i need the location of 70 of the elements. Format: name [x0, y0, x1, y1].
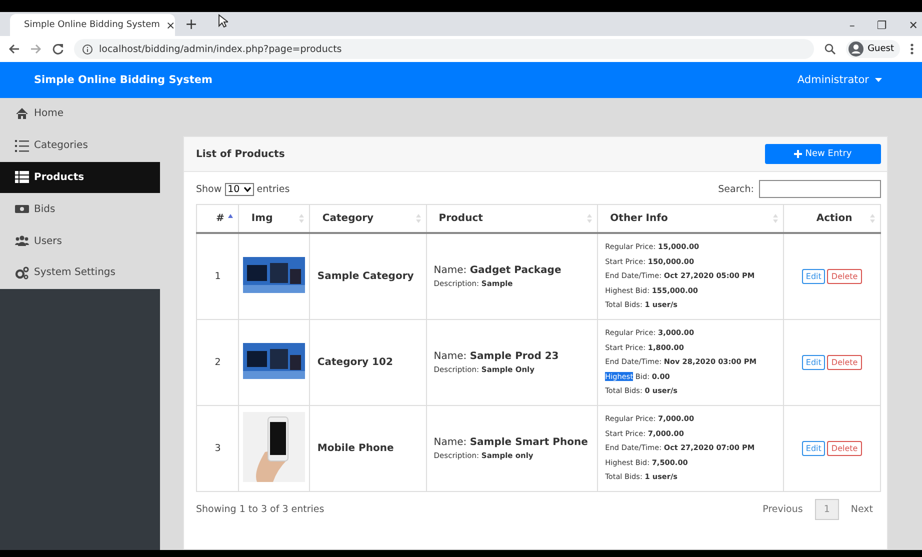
table-cell: 2 [196, 320, 239, 406]
window-control[interactable]: ✕ [908, 19, 918, 32]
sidebar-item[interactable]: Products [0, 162, 160, 194]
user-avatar-icon [848, 41, 864, 57]
forward-icon [30, 43, 42, 55]
gadgets-photo [243, 257, 306, 293]
url-text: localhost/bidding/admin/index.php?page=products [99, 44, 342, 54]
product-name: Name: Gadget Package [434, 265, 562, 276]
previous-link[interactable]: Previous [754, 500, 811, 518]
gears-icon [15, 266, 29, 280]
sort-icon [299, 214, 304, 223]
back-icon [8, 43, 20, 55]
entries-select[interactable]: 10 [224, 182, 254, 196]
product-name: Name: Sample Prod 23 [434, 351, 560, 362]
column-header[interactable]: Product [426, 204, 598, 233]
browser-tab[interactable]: Simple Online Bidding System × [10, 14, 175, 36]
sidebar-item[interactable]: Bids [0, 193, 160, 226]
sort-icon [870, 214, 875, 223]
address-field[interactable]: localhost/bidding/admin/index.php?page=products [74, 39, 814, 59]
sort-icon [587, 214, 592, 223]
window-control[interactable]: ❐ [876, 19, 887, 32]
table-cell: 3 [196, 406, 239, 492]
card-title: List of Products [196, 148, 285, 160]
show-label: Show [196, 184, 222, 194]
menu-icon [910, 43, 914, 55]
delete-button[interactable]: Delete [827, 269, 862, 284]
sidebar-item[interactable]: Users [0, 225, 160, 257]
tab-title: Simple Online Bidding System [24, 20, 160, 30]
caret-icon [875, 78, 882, 82]
window-control[interactable]: – [849, 19, 855, 32]
column-header[interactable]: Other Info [598, 204, 784, 233]
table-cell: Category 102 [310, 320, 426, 406]
brand-title[interactable]: Simple Online Bidding System [34, 74, 212, 86]
phone-photo [243, 412, 306, 482]
users-icon [15, 234, 29, 248]
entries-info: Showing 1 to 3 of 3 entries [196, 504, 324, 514]
sidebar-item[interactable]: System Settings [0, 256, 160, 289]
info-icon [82, 44, 93, 54]
next-link[interactable]: Next [842, 500, 881, 518]
new-entry-button[interactable]: New Entry [765, 144, 881, 164]
table-cell: Mobile Phone [310, 406, 426, 492]
search-field[interactable] [759, 180, 881, 198]
delete-button[interactable]: Delete [827, 355, 862, 370]
plus-icon [794, 150, 802, 158]
sidebar-item[interactable]: Home [0, 98, 160, 130]
zoom-icon [824, 43, 836, 55]
table-cell: 1 [196, 233, 239, 320]
list-icon [15, 138, 29, 153]
caret-icon [244, 186, 251, 192]
search-label: Search: [718, 184, 754, 194]
gadgets-photo [243, 343, 306, 379]
new-tab-button[interactable]: + [185, 15, 198, 33]
user-dropdown[interactable]: Administrator [797, 74, 882, 86]
sort-icon [416, 214, 421, 223]
column-header[interactable]: Action [783, 204, 880, 233]
profile-button[interactable]: Guest [846, 40, 900, 58]
home-icon [15, 106, 29, 121]
product-name: Name: Sample Smart Phone [434, 437, 589, 448]
entries-label: entries [256, 184, 290, 194]
close-tab-button[interactable]: × [166, 18, 176, 32]
delete-button[interactable]: Delete [827, 441, 862, 456]
column-header[interactable]: # [196, 204, 239, 233]
table-icon [15, 170, 29, 184]
column-header[interactable]: Img [238, 204, 310, 233]
reload-icon [52, 43, 64, 55]
sort-icon [772, 214, 778, 223]
table-cell: Sample Category [310, 233, 426, 320]
sidebar-item[interactable]: Categories [0, 130, 160, 162]
column-header[interactable]: Category [310, 204, 426, 233]
cursor-icon [218, 14, 228, 28]
